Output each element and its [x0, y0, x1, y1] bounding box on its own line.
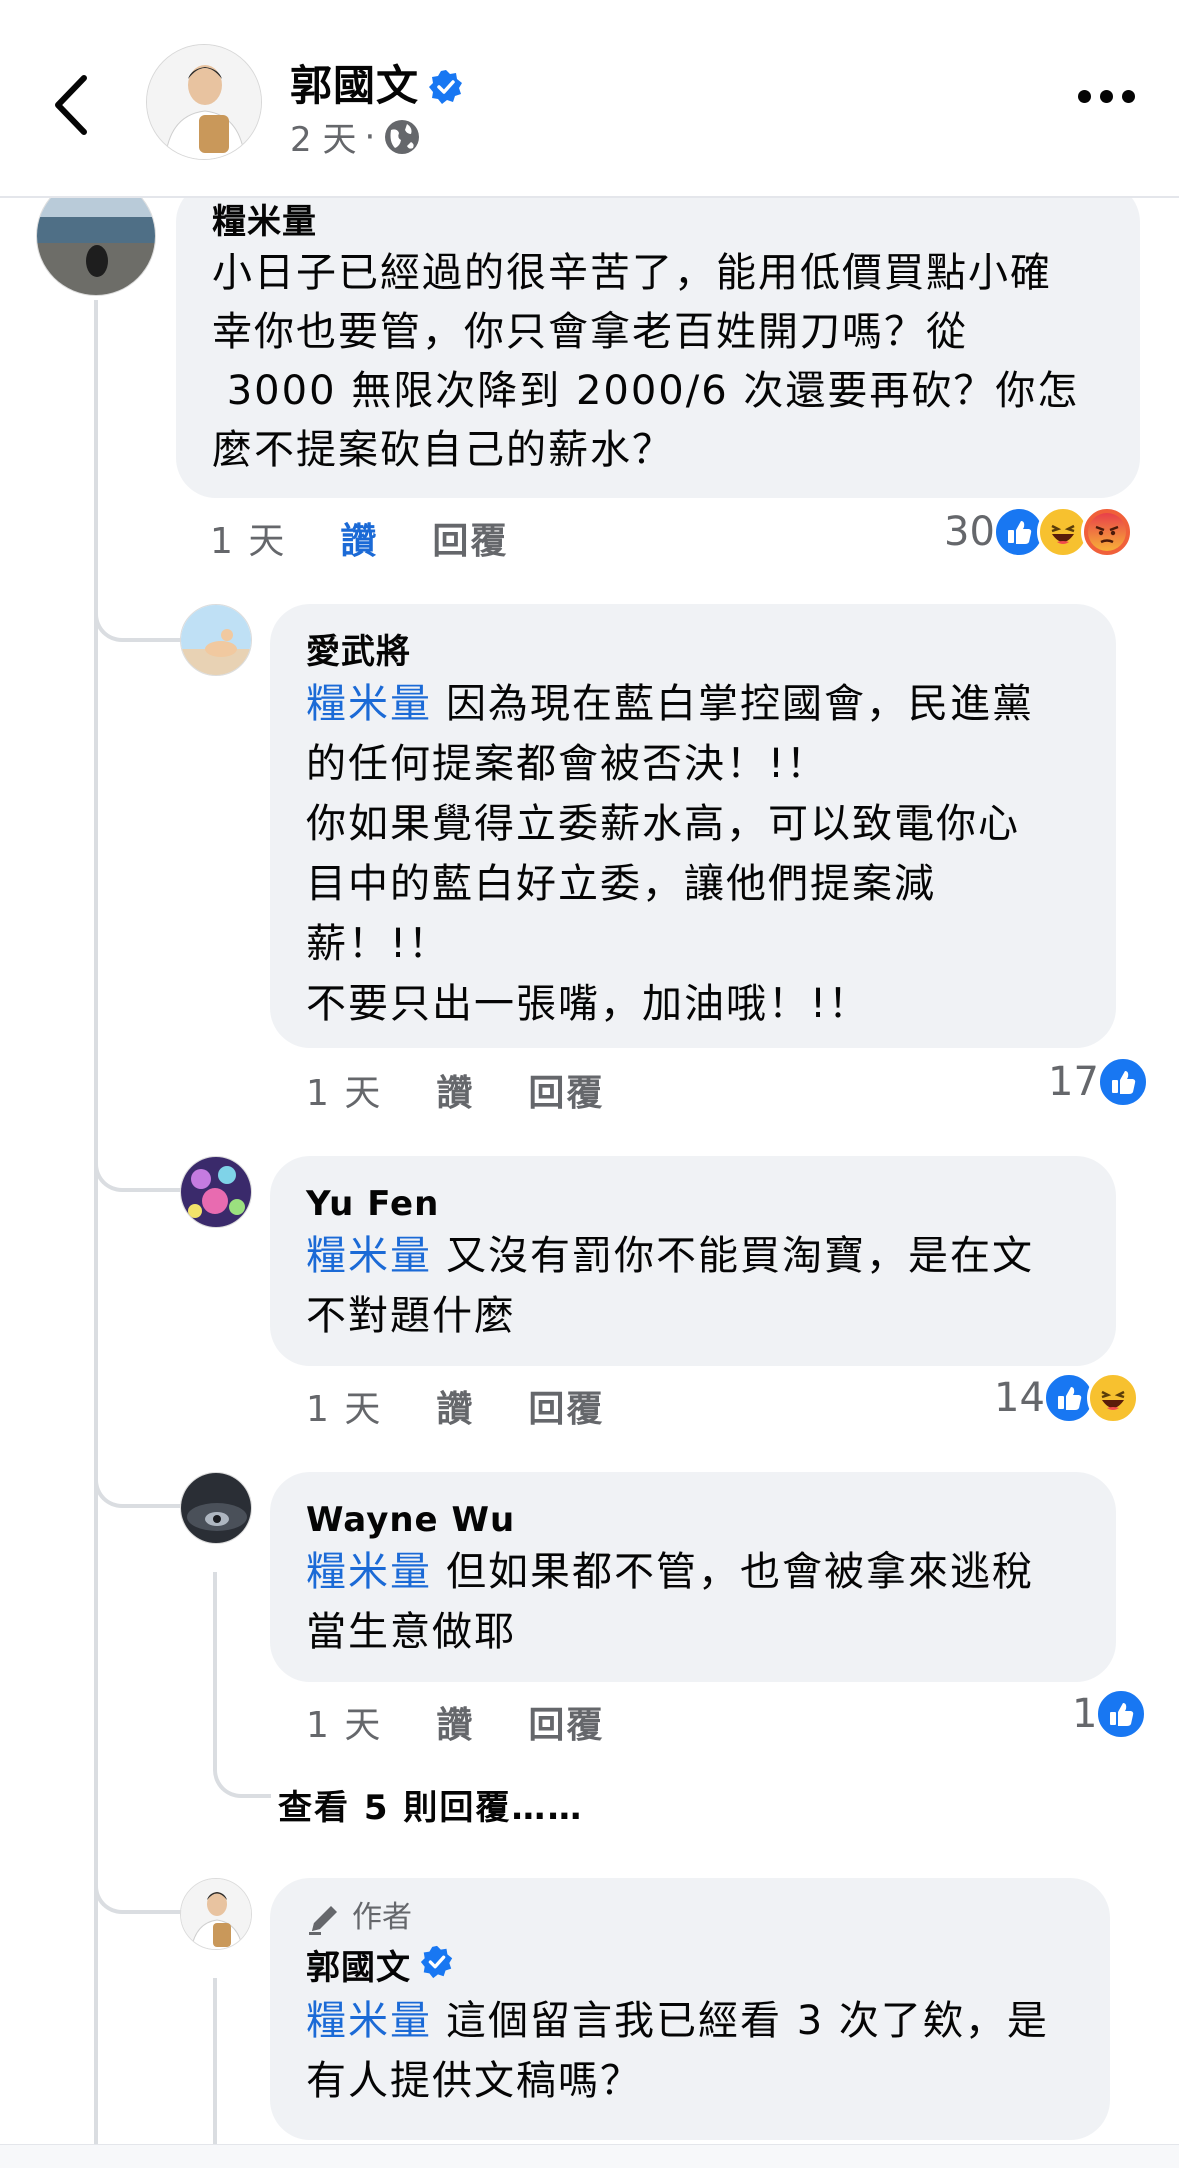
- comment-bubble: Wayne Wu 糧米量 但如果都不管，也會被拿來逃稅 當生意做耶: [270, 1472, 1116, 1682]
- more-icon: [1078, 90, 1091, 103]
- chevron-left-icon: [55, 75, 87, 135]
- comment-body: 因為現在藍白掌控國會，民進黨 的任何提案都會被否決！!！ 你如果覺得立委薪水高，…: [306, 681, 1034, 1027]
- reaction-count: 17: [1048, 1059, 1099, 1105]
- reply-button[interactable]: 回覆: [528, 1380, 604, 1432]
- comment-bubble: 糧米量 小日子已經過的很辛苦了，能用低價買點小確 幸你也要管，你只會拿老百姓開刀…: [176, 182, 1140, 498]
- globe-icon: [385, 119, 420, 154]
- verified-badge-icon: [427, 67, 465, 116]
- author-reply-avatar[interactable]: [180, 1878, 252, 1950]
- comment-time[interactable]: 1 天: [306, 1064, 382, 1116]
- author-name[interactable]: 郭國文: [290, 52, 465, 116]
- commenter-avatar[interactable]: [180, 1156, 252, 1228]
- commenter-name[interactable]: Yu Fen: [306, 1182, 1080, 1226]
- reaction-summary[interactable]: 17: [1048, 1056, 1149, 1108]
- reply-button[interactable]: 回覆: [528, 1064, 604, 1116]
- post-header: 郭國文 2 天 ·: [0, 0, 1179, 198]
- commenter-name[interactable]: 愛武將: [306, 630, 1080, 674]
- more-options-button[interactable]: [1078, 90, 1135, 103]
- thread-connector: [94, 1426, 184, 1508]
- pencil-icon: [309, 1906, 337, 1935]
- reaction-count: 30: [944, 509, 995, 555]
- like-reaction-icon: [1096, 1056, 1149, 1108]
- like-reaction-icon: [1095, 1688, 1148, 1740]
- comment-text: 糧米量 但如果都不管，也會被拿來逃稅 當生意做耶: [306, 1542, 1080, 1662]
- reply-button[interactable]: 回覆: [528, 1696, 604, 1748]
- comment-bubble: 愛武將 糧米量 因為現在藍白掌控國會，民進黨 的任何提案都會被否決！!！ 你如果覺…: [270, 604, 1116, 1048]
- thread-connector: [94, 560, 184, 642]
- author-name-text: 郭國文: [290, 61, 420, 110]
- post-meta: 2 天 ·: [290, 112, 421, 161]
- reaction-summary[interactable]: 14: [994, 1372, 1139, 1424]
- comment-text: 小日子已經過的很辛苦了，能用低價買點小確 幸你也要管，你只會拿老百姓開刀嗎？從 …: [212, 250, 1080, 473]
- commenter-name[interactable]: Wayne Wu: [306, 1498, 1080, 1542]
- author-tag: 作者: [306, 1898, 1074, 1938]
- mention-link[interactable]: 糧米量: [306, 681, 432, 727]
- comment-actions: 1 天 讚 回覆: [210, 512, 562, 564]
- view-more-replies-link[interactable]: 查看 5 則回覆……: [278, 1780, 583, 1829]
- like-button[interactable]: 讚: [436, 1380, 474, 1432]
- reaction-count: 1: [1072, 1691, 1098, 1737]
- back-button[interactable]: [48, 70, 96, 140]
- thread-connector: [94, 1832, 184, 1914]
- comment-actions: 1 天 讚 回覆: [306, 1380, 658, 1432]
- mention-link[interactable]: 糧米量: [306, 1549, 432, 1595]
- haha-reaction-icon: [1086, 1372, 1139, 1424]
- reaction-count: 14: [994, 1375, 1045, 1421]
- like-button[interactable]: 讚: [340, 512, 378, 564]
- bottom-edge: [0, 2144, 1179, 2168]
- comment-text: 糧米量 因為現在藍白掌控國會，民進黨 的任何提案都會被否決！!！ 你如果覺得立委薪…: [306, 674, 1080, 1034]
- mention-link[interactable]: 糧米量: [306, 1998, 432, 2044]
- reaction-summary[interactable]: 1: [1072, 1688, 1148, 1740]
- comment-actions: 1 天 讚 回覆: [306, 1064, 658, 1116]
- commenter-avatar[interactable]: [180, 604, 252, 676]
- comment-time[interactable]: 1 天: [210, 512, 286, 564]
- comment-actions: 1 天 讚 回覆: [306, 1696, 658, 1748]
- thread-connector: [94, 1110, 184, 1192]
- comment-text: 糧米量 這個留言我已經看 3 次了欸，是 有人提供文稿嗎？: [306, 1991, 1074, 2111]
- thread-connector: [213, 1572, 271, 1798]
- angry-reaction-icon: [1080, 506, 1133, 558]
- commenter-name[interactable]: 郭國文: [306, 1944, 1074, 1991]
- reply-button[interactable]: 回覆: [432, 512, 508, 564]
- thread-line: [213, 1978, 217, 2144]
- like-button[interactable]: 讚: [436, 1696, 474, 1748]
- author-tag-label: 作者: [352, 1900, 412, 1935]
- comment-bubble: 作者 郭國文 糧米量 這個留言我已經看 3 次了欸，是 有人提供文稿嗎？: [270, 1878, 1110, 2140]
- more-dot: [1122, 90, 1135, 103]
- more-dot: [1100, 90, 1113, 103]
- commenter-name-text: 郭國文: [306, 1947, 411, 1988]
- commenter-avatar[interactable]: [180, 1472, 252, 1544]
- comment-text: 糧米量 又沒有罰你不能買淘寶，是在文 不對題什麼: [306, 1226, 1080, 1346]
- post-time[interactable]: 2 天: [290, 112, 356, 161]
- reaction-summary[interactable]: 30: [944, 506, 1133, 558]
- comment-time[interactable]: 1 天: [306, 1696, 382, 1748]
- comment-bubble: Yu Fen 糧米量 又沒有罰你不能買淘寶，是在文 不對題什麼: [270, 1156, 1116, 1366]
- like-button[interactable]: 讚: [436, 1064, 474, 1116]
- author-avatar[interactable]: [146, 44, 262, 160]
- meta-separator: ·: [364, 116, 376, 157]
- commenter-name[interactable]: 糧米量: [212, 200, 1104, 244]
- comment-time[interactable]: 1 天: [306, 1380, 382, 1432]
- mention-link[interactable]: 糧米量: [306, 1233, 432, 1279]
- verified-badge-icon: [419, 1944, 455, 1991]
